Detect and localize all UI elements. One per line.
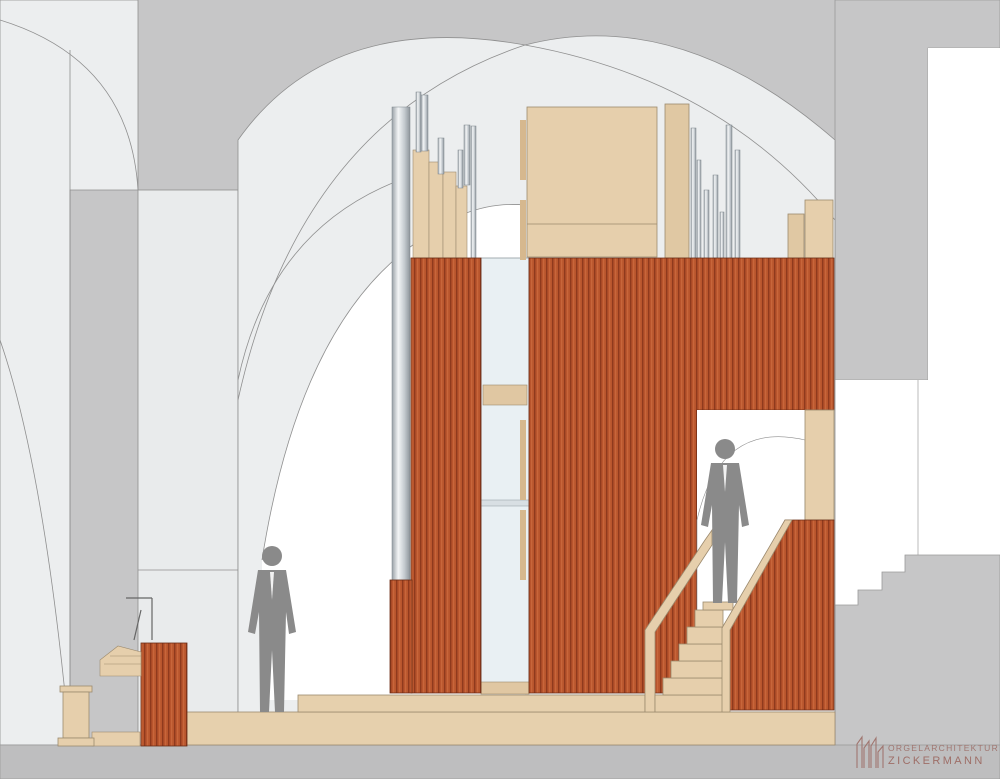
organ-pipes-logo-icon xyxy=(856,735,884,768)
company-logo: ORGELARCHITEKTUR ZICKERMANN xyxy=(852,730,998,774)
platform-step xyxy=(297,694,646,713)
window-opening xyxy=(928,48,1000,388)
logo-line-2: ZICKERMANN xyxy=(888,755,985,767)
organ-elevation-drawing: ORGELARCHITEKTUR ZICKERMANN xyxy=(0,0,1000,779)
upper-case xyxy=(526,106,658,258)
architectural-drawing xyxy=(0,0,1000,779)
logo-line-1: ORGELARCHITEKTUR xyxy=(888,743,1000,753)
floor xyxy=(0,744,1000,779)
platform xyxy=(149,711,836,746)
slat-panel-left xyxy=(410,257,482,694)
pedestal xyxy=(57,685,95,747)
